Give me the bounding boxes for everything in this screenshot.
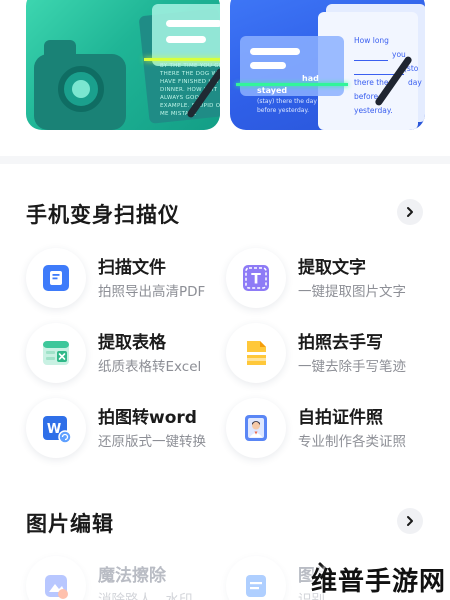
chevron-right-icon: [407, 516, 413, 526]
tool-name: 提取文字: [298, 258, 366, 278]
tool-icon-wrap: W: [26, 398, 86, 458]
scan-line: [144, 58, 220, 61]
camera-lens-inner: [72, 80, 90, 98]
tool-magic-erase[interactable]: 魔法擦除 消除路人，水印: [26, 556, 236, 600]
watermark-text: 维普手游网: [310, 567, 446, 597]
tool-desc: 专业制作各类证照: [298, 434, 406, 450]
tool-desc: 还原版式一键转换: [98, 434, 206, 450]
tool-desc: 纸质表格转Excel: [98, 359, 202, 375]
stayed-word: stayed: [257, 86, 288, 95]
tool-name: 魔法擦除: [98, 566, 166, 586]
tool-icon-wrap: T: [226, 248, 286, 308]
tool-id-photo[interactable]: 自拍证件照 专业制作各类证照: [226, 398, 436, 460]
text-line-bar: [166, 20, 220, 27]
banner-card-text[interactable]: How long you (sto there the before yeste…: [230, 0, 425, 130]
banner-card-scan[interactable]: BY THE TIME YOU GET THERE THE DOG WILL H…: [26, 0, 220, 130]
text-line-bar: [250, 62, 286, 69]
document-scan-icon: [43, 265, 69, 291]
text-extract-icon: T: [243, 265, 269, 291]
tool-icon-wrap: [26, 248, 86, 308]
tool-extract-text[interactable]: T 提取文字 一键提取图片文字: [226, 248, 436, 310]
tool-desc: 一键去除手写笔迹: [298, 359, 406, 375]
tool-name: 自拍证件照: [298, 408, 383, 428]
section-separator: [0, 156, 450, 164]
doc-text-line: day: [408, 78, 422, 87]
more-image-edit-button[interactable]: [397, 508, 423, 534]
document-highlight: [152, 4, 220, 66]
doc-small-text: (stay) there the day before yesterday.: [257, 98, 317, 114]
tool-desc: 消除路人，水印: [98, 592, 193, 600]
tool-extract-table[interactable]: 提取表格 纸质表格转Excel: [26, 323, 236, 385]
tool-name: 拍图转word: [98, 408, 197, 428]
more-scanner-button[interactable]: [397, 199, 423, 225]
scan-line: [236, 83, 348, 86]
svg-text:T: T: [251, 272, 261, 288]
tool-icon-wrap: [26, 323, 86, 383]
blank-underline: [354, 60, 388, 61]
text-line-bar: [166, 36, 206, 43]
tool-desc: 拍照导出高清PDF: [98, 284, 206, 300]
tool-name: 提取表格: [98, 333, 166, 353]
chevron-right-icon: [407, 207, 413, 217]
id-photo-icon: [245, 415, 267, 441]
tool-icon-wrap: [226, 323, 286, 383]
text-line-bar: [250, 48, 300, 55]
tool-name: 拍照去手写: [298, 333, 383, 353]
tool-icon-wrap: [226, 398, 286, 458]
banner-row: BY THE TIME YOU GET THERE THE DOG WILL H…: [0, 0, 450, 150]
tool-icon-wrap: [226, 556, 286, 600]
eraser-handwriting-icon: [247, 341, 266, 365]
tool-image-to-word[interactable]: W 拍图转word 还原版式一键转换: [26, 398, 236, 460]
section-title-scanner: 手机变身扫描仪: [26, 203, 180, 227]
tool-icon-wrap: [26, 556, 86, 600]
section-title-image-edit: 图片编辑: [26, 512, 114, 536]
tool-desc: 一键提取图片文字: [298, 284, 406, 300]
image-text-icon: [246, 575, 266, 597]
magic-eraser-icon: [45, 575, 68, 599]
doc-text-line: How long: [354, 36, 389, 45]
had-word: had: [302, 74, 319, 83]
table-extract-icon: [43, 341, 69, 365]
tool-name: 扫描文件: [98, 258, 166, 278]
tool-remove-handwriting[interactable]: 拍照去手写 一键去除手写笔迹: [226, 323, 436, 385]
word-convert-icon: W: [43, 416, 72, 444]
tool-scan-document[interactable]: 扫描文件 拍照导出高清PDF: [26, 248, 236, 310]
doc-text-line: yesterday.: [354, 106, 393, 115]
